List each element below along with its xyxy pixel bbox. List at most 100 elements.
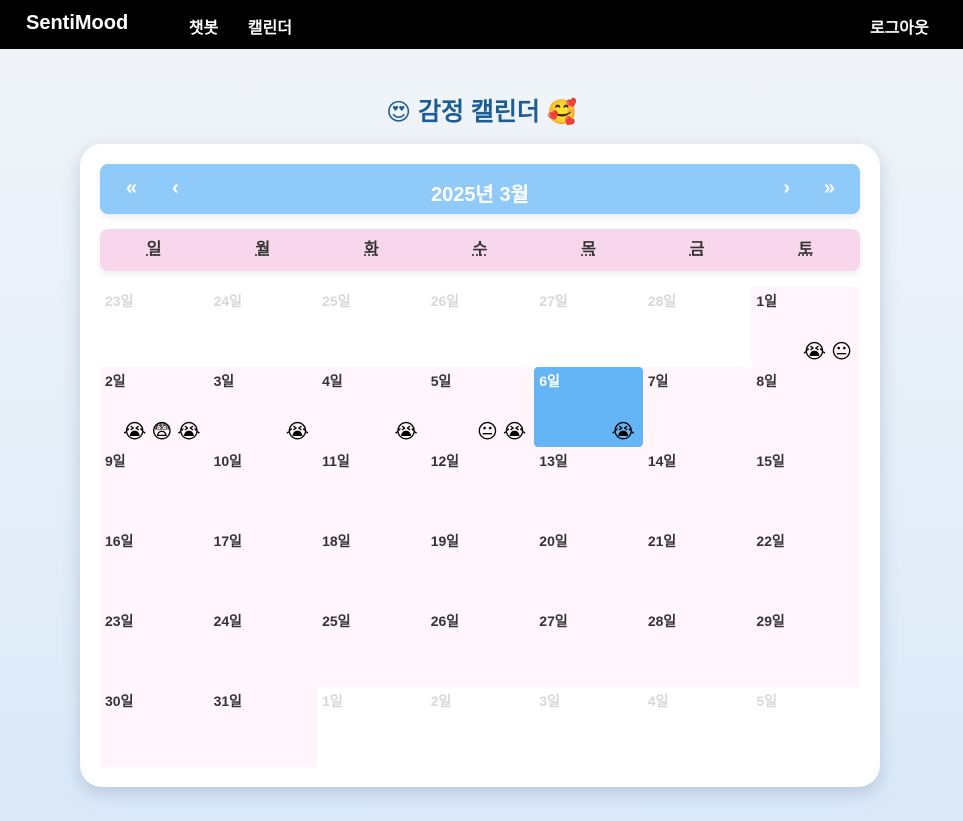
day-number: 22일 <box>756 533 785 549</box>
calendar-day-cell[interactable]: 3일 😭 <box>208 367 318 447</box>
weekday-label: 수 <box>472 241 488 258</box>
calendar-day-cell[interactable]: 30일 <box>100 687 209 767</box>
calendar-day-cell[interactable]: 28일 <box>642 287 752 367</box>
calendar-day-cell[interactable]: 20일 <box>534 527 643 607</box>
calendar-day-cell[interactable]: 10일 <box>208 447 318 527</box>
calendar-day-cell[interactable]: 4일 <box>642 687 752 767</box>
calendar-day-cell[interactable]: 1일 <box>317 687 426 767</box>
logout-button[interactable]: 로그아웃 <box>870 14 929 38</box>
weekday-label: 일 <box>146 241 162 258</box>
day-number: 26일 <box>430 293 460 309</box>
day-number: 15일 <box>756 453 785 469</box>
weekday-label: 월 <box>255 241 271 258</box>
calendar-day-cell[interactable]: 4일 😭 <box>317 367 426 447</box>
calendar-day-cell[interactable]: 19일 <box>425 527 535 607</box>
smiling-hearts-emoji-icon: 🥰 <box>547 99 577 126</box>
day-number: 21일 <box>647 533 677 549</box>
calendar-day-cell[interactable]: 27일 <box>534 607 643 687</box>
day-number: 3일 <box>213 373 235 389</box>
weekday-header-row: 일 월 화 수 목 금 토 <box>100 229 860 271</box>
nav-link-calendar[interactable]: 캘린더 <box>248 14 292 38</box>
day-number: 6일 <box>539 373 560 389</box>
month-label: 2025년 3월 <box>431 184 529 206</box>
calendar-day-cell-today[interactable]: 6일 😭 <box>534 367 643 447</box>
next-year-button[interactable]: » <box>824 177 835 200</box>
day-number: 23일 <box>105 293 134 309</box>
weekday-label: 토 <box>798 241 814 258</box>
calendar-day-cell[interactable]: 7일 <box>642 367 752 447</box>
calendar-day-cell[interactable]: 24일 <box>208 287 318 367</box>
day-number: 9일 <box>105 453 126 469</box>
calendar-day-cell[interactable]: 29일 <box>751 607 860 687</box>
calendar-day-cell[interactable]: 5일 😐 😭 <box>425 367 535 447</box>
emotion-emoji-icon: 😭 <box>802 341 827 363</box>
emotion-list: 😭 <box>286 419 309 444</box>
day-number: 30일 <box>105 693 134 709</box>
calendar-day-cell[interactable]: 22일 <box>751 527 860 607</box>
calendar-day-cell[interactable]: 28일 <box>642 607 752 687</box>
calendar-day-cell[interactable]: 18일 <box>317 527 426 607</box>
emotion-emoji-icon: 😐 <box>831 341 852 363</box>
emotion-emoji-icon: 😐 <box>477 421 498 443</box>
day-number: 11일 <box>322 453 350 469</box>
day-number: 25일 <box>322 613 351 629</box>
day-number: 29일 <box>756 613 785 629</box>
calendar-header: « ‹ 2025년 3월 › » <box>100 164 860 214</box>
calendar-day-cell[interactable]: 21일 <box>642 527 752 607</box>
emotion-emoji-icon: 😭 <box>285 421 310 443</box>
calendar-day-cell[interactable]: 16일 <box>100 527 209 607</box>
calendar-day-cell[interactable]: 13일 <box>534 447 643 527</box>
calendar-day-cell[interactable]: 2일 😭 😨 😭 <box>100 367 209 447</box>
day-number: 12일 <box>430 453 460 469</box>
day-number: 31일 <box>213 693 243 709</box>
day-number: 28일 <box>647 613 677 629</box>
emotion-list: 😭 <box>611 419 634 444</box>
calendar-day-cell[interactable]: 11일 <box>317 447 426 527</box>
day-number: 5일 <box>756 693 778 709</box>
day-number: 19일 <box>430 533 460 549</box>
day-number: 16일 <box>105 533 134 549</box>
brand-logo[interactable]: SentiMood <box>26 12 128 35</box>
day-number: 5일 <box>430 373 452 389</box>
day-number: 24일 <box>213 293 243 309</box>
calendar-day-cell[interactable]: 15일 <box>751 447 860 527</box>
next-month-button[interactable]: › <box>783 177 790 200</box>
calendar-day-cell[interactable]: 25일 <box>317 287 426 367</box>
day-number: 1일 <box>756 293 778 309</box>
day-number: 18일 <box>322 533 351 549</box>
calendar-day-cell[interactable]: 5일 <box>751 687 860 767</box>
day-number: 8일 <box>756 373 778 389</box>
heart-eyes-emoji-icon: 😍 <box>386 99 412 126</box>
calendar-day-cell[interactable]: 23일 <box>100 607 209 687</box>
emotion-emoji-icon: 😭 <box>611 421 635 443</box>
nav-link-chatbot[interactable]: 챗봇 <box>189 14 218 38</box>
calendar-day-cell[interactable]: 2일 <box>425 687 535 767</box>
calendar-day-cell[interactable]: 24일 <box>208 607 318 687</box>
emotion-list: 😭 😨 😭 <box>123 419 201 444</box>
calendar-day-cell[interactable]: 3일 <box>534 687 643 767</box>
day-number: 4일 <box>322 373 343 389</box>
calendar-day-cell[interactable]: 27일 <box>534 287 643 367</box>
page-title: 😍 감정 캘린더 🥰 <box>0 92 963 128</box>
calendar-card: « ‹ 2025년 3월 › » 일 월 화 수 목 금 토 23일 24일 25일… <box>80 144 880 787</box>
day-number: 20일 <box>539 533 568 549</box>
top-navbar: SentiMood 챗봇 캘린더 로그아웃 <box>0 0 963 49</box>
calendar-day-cell[interactable]: 14일 <box>642 447 752 527</box>
emotion-list: 😐 😭 <box>477 419 526 444</box>
calendar-day-cell[interactable]: 17일 <box>208 527 318 607</box>
calendar-day-cell[interactable]: 31일 <box>208 687 318 767</box>
weekday-label: 화 <box>364 241 379 258</box>
calendar-day-cell[interactable]: 23일 <box>100 287 209 367</box>
calendar-day-cell[interactable]: 8일 <box>751 367 860 447</box>
emotion-emoji-icon: 😭 <box>122 421 147 443</box>
calendar-day-cell[interactable]: 26일 <box>425 287 535 367</box>
weekday-label: 목 <box>581 241 596 258</box>
calendar-day-cell[interactable]: 1일 😭 😐 <box>751 287 860 367</box>
calendar-day-cell[interactable]: 25일 <box>317 607 426 687</box>
calendar-day-cell[interactable]: 12일 <box>425 447 535 527</box>
emotion-emoji-icon: 😨 <box>151 421 173 443</box>
calendar-day-cell[interactable]: 26일 <box>425 607 535 687</box>
calendar-day-cell[interactable]: 9일 <box>100 447 209 527</box>
day-number: 3일 <box>539 693 560 709</box>
emotion-emoji-icon: 😭 <box>502 421 527 443</box>
